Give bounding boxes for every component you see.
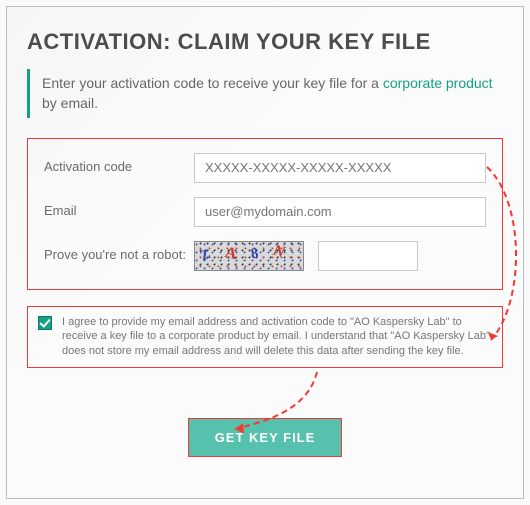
- get-key-file-button[interactable]: GET KEY FILE: [188, 418, 343, 457]
- activation-code-input[interactable]: [194, 153, 486, 183]
- activation-row: Activation code: [44, 153, 486, 183]
- agree-text: I agree to provide my email address and …: [62, 315, 492, 360]
- activation-panel: ACTIVATION: CLAIM YOUR KEY FILE Enter yo…: [6, 6, 524, 499]
- agree-highlight-box: I agree to provide my email address and …: [27, 306, 503, 369]
- intro-pre: Enter your activation code to receive yo…: [42, 75, 383, 91]
- captcha-char-1: Z: [198, 246, 213, 264]
- corporate-product-link[interactable]: corporate product: [383, 75, 493, 91]
- captcha-char-4: N: [271, 241, 287, 261]
- button-wrap: GET KEY FILE: [27, 418, 503, 457]
- activation-label: Activation code: [44, 159, 194, 176]
- captcha-row: Prove you're not a robot: Z A 8 N: [44, 241, 486, 271]
- agree-checkbox[interactable]: [38, 316, 52, 330]
- page-title: ACTIVATION: CLAIM YOUR KEY FILE: [27, 29, 503, 55]
- intro-text: Enter your activation code to receive yo…: [27, 69, 503, 118]
- captcha-label: Prove you're not a robot:: [44, 247, 194, 264]
- email-input[interactable]: [194, 197, 486, 227]
- captcha-image: Z A 8 N: [194, 241, 304, 271]
- form-highlight-box: Activation code Email Prove you're not a…: [27, 138, 503, 290]
- intro-post: by email.: [42, 95, 98, 111]
- email-row: Email: [44, 197, 486, 227]
- captcha-char-2: A: [223, 244, 238, 264]
- captcha-char-3: 8: [250, 245, 260, 263]
- captcha-holder: Z A 8 N: [194, 241, 418, 271]
- captcha-input[interactable]: [318, 241, 418, 271]
- email-label: Email: [44, 203, 194, 220]
